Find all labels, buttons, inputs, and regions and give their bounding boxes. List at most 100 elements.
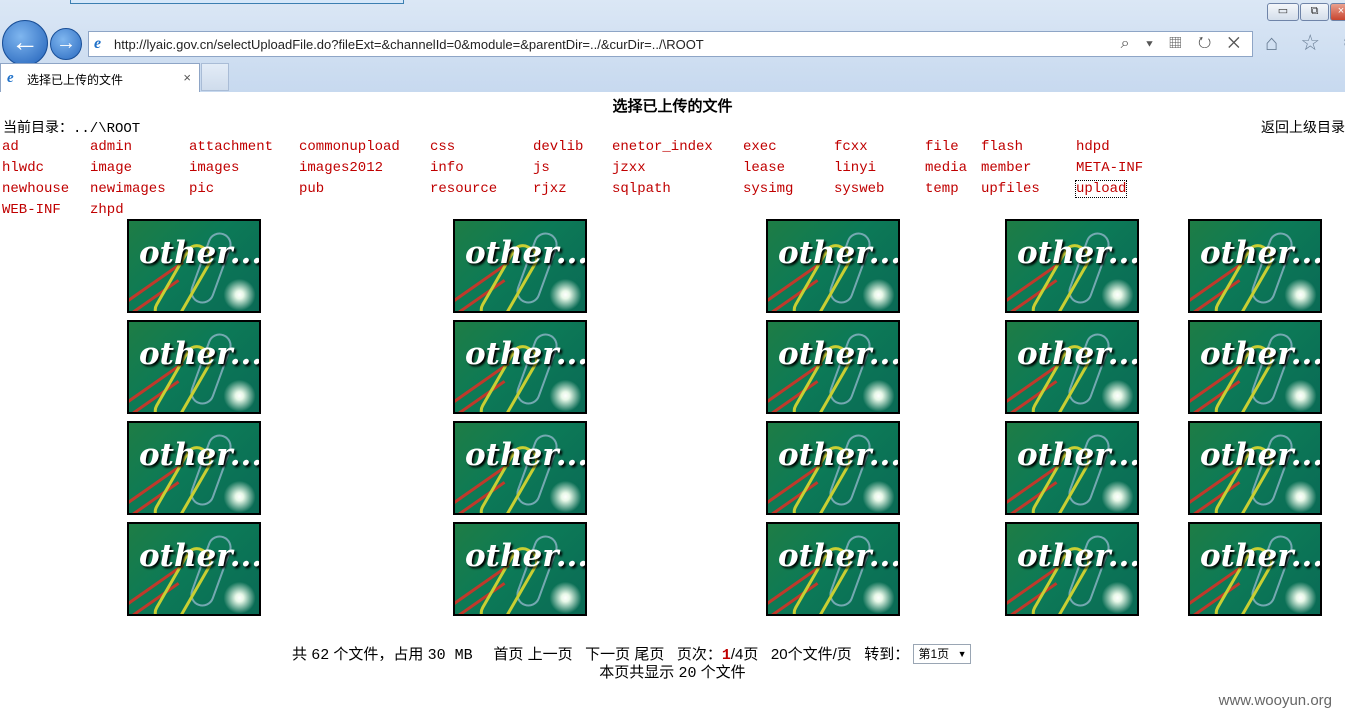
minimize-button[interactable]: ▭ <box>1267 3 1299 21</box>
file-thumbnail[interactable]: other... <box>1188 522 1322 616</box>
file-thumbnail[interactable]: other... <box>453 421 587 515</box>
directory-link-devlib[interactable]: devlib <box>533 139 583 155</box>
file-thumbnail[interactable]: other... <box>453 320 587 414</box>
directory-link-hlwdc[interactable]: hlwdc <box>2 160 44 176</box>
this-page-count: 20 <box>678 665 697 682</box>
browser-chrome: ▭ ⧉ × ← → e http://lyaic.gov.cn/selectUp… <box>0 0 1345 92</box>
back-to-parent-link[interactable]: 返回上级目录 <box>1261 117 1345 137</box>
directory-link-upload[interactable]: upload <box>1074 180 1128 198</box>
directory-link-newimages[interactable]: newimages <box>90 181 166 197</box>
directory-link-linyi[interactable]: linyi <box>834 160 876 176</box>
thumbnail-label: other... <box>1200 235 1322 271</box>
page-select-value: 第1页 <box>918 647 950 662</box>
directory-link-zhpd[interactable]: zhpd <box>90 202 124 218</box>
current-directory: 当前目录：../\ROOT <box>3 117 140 137</box>
thumbnail-label: other... <box>465 437 587 473</box>
directory-link-images2012[interactable]: images2012 <box>299 160 383 176</box>
directory-link-resource[interactable]: resource <box>430 181 497 197</box>
file-thumbnail[interactable]: other... <box>766 522 900 616</box>
current-dir-label: 当前目录： <box>3 119 73 135</box>
directory-link-web-inf[interactable]: WEB-INF <box>2 202 61 218</box>
file-thumbnail[interactable]: other... <box>1188 320 1322 414</box>
file-thumbnail[interactable]: other... <box>766 421 900 515</box>
back-button[interactable]: ← <box>2 20 48 66</box>
file-thumbnail[interactable]: other... <box>1005 522 1139 616</box>
directory-link-meta-inf[interactable]: META-INF <box>1076 160 1143 176</box>
file-thumbnail[interactable]: other... <box>1005 421 1139 515</box>
browser-tab[interactable]: e 选择已上传的文件 × <box>0 63 200 92</box>
directory-link-sysweb[interactable]: sysweb <box>834 181 884 197</box>
toolbar-icons[interactable]: ⌂ ☆ ⚙ <box>1265 30 1345 56</box>
directory-link-lease[interactable]: lease <box>743 160 785 176</box>
directory-link-newhouse[interactable]: newhouse <box>2 181 69 197</box>
thumbnail-label: other... <box>465 336 587 372</box>
directory-link-enetor_index[interactable]: enetor_index <box>612 139 713 155</box>
directory-link-pic[interactable]: pic <box>189 181 214 197</box>
directory-link-fcxx[interactable]: fcxx <box>834 139 868 155</box>
directory-link-flash[interactable]: flash <box>981 139 1023 155</box>
thumbnail-label: other... <box>139 336 261 372</box>
directory-link-sqlpath[interactable]: sqlpath <box>612 181 671 197</box>
this-page-prefix: 本页共显示 <box>599 664 675 681</box>
directory-link-sysimg[interactable]: sysimg <box>743 181 793 197</box>
thumbnail-label: other... <box>1017 235 1139 271</box>
directory-link-css[interactable]: css <box>430 139 455 155</box>
file-thumbnail[interactable]: other... <box>1188 219 1322 313</box>
ie-logo-icon: e <box>94 35 102 52</box>
directory-link-upfiles[interactable]: upfiles <box>981 181 1040 197</box>
directory-link-commonupload[interactable]: commonupload <box>299 139 400 155</box>
ie-tab-icon: e <box>7 70 14 86</box>
restore-button[interactable]: ⧉ <box>1300 3 1329 21</box>
directory-link-attachment[interactable]: attachment <box>189 139 273 155</box>
file-thumbnail[interactable]: other... <box>766 219 900 313</box>
file-thumbnail[interactable]: other... <box>453 522 587 616</box>
directory-link-images[interactable]: images <box>189 160 239 176</box>
close-tab-icon[interactable]: × <box>183 70 191 85</box>
page-file-count: 本页共显示 20 个文件 <box>0 661 1345 682</box>
directory-link-rjxz[interactable]: rjxz <box>533 181 567 197</box>
file-thumbnail[interactable]: other... <box>1005 320 1139 414</box>
thumbnail-label: other... <box>778 336 900 372</box>
arrow-left-icon: ← <box>11 26 39 57</box>
directory-link-exec[interactable]: exec <box>743 139 777 155</box>
thumbnail-label: other... <box>139 538 261 574</box>
directory-link-image[interactable]: image <box>90 160 132 176</box>
directory-link-file[interactable]: file <box>925 139 959 155</box>
file-thumbnail[interactable]: other... <box>453 219 587 313</box>
directory-link-jzxx[interactable]: jzxx <box>612 160 646 176</box>
directory-link-hdpd[interactable]: hdpd <box>1076 139 1110 155</box>
address-bar-icons[interactable]: ⌕ ▾ ▦ ↻ ✕ <box>1121 35 1246 53</box>
this-page-suffix: 个文件 <box>700 664 746 681</box>
directory-link-info[interactable]: info <box>430 160 464 176</box>
window-top-strip <box>70 0 404 4</box>
directory-link-temp[interactable]: temp <box>925 181 959 197</box>
watermark: www.wooyun.org <box>1218 692 1332 709</box>
page-title: 选择已上传的文件 <box>612 98 733 115</box>
forward-button[interactable]: → <box>50 28 82 60</box>
file-thumbnail[interactable]: other... <box>1005 219 1139 313</box>
directory-link-pub[interactable]: pub <box>299 181 324 197</box>
thumbnail-label: other... <box>465 235 587 271</box>
thumbnail-label: other... <box>1200 437 1322 473</box>
file-thumbnail[interactable]: other... <box>766 320 900 414</box>
file-thumbnail[interactable]: other... <box>127 219 261 313</box>
thumbnail-label: other... <box>1200 336 1322 372</box>
directory-link-ad[interactable]: ad <box>2 139 19 155</box>
directory-link-js[interactable]: js <box>533 160 550 176</box>
directory-link-admin[interactable]: admin <box>90 139 132 155</box>
directory-link-member[interactable]: member <box>981 160 1031 176</box>
thumbnail-label: other... <box>778 437 900 473</box>
address-bar[interactable]: e http://lyaic.gov.cn/selectUploadFile.d… <box>88 31 1253 57</box>
close-window-button[interactable]: × <box>1330 3 1345 21</box>
file-thumbnail[interactable]: other... <box>127 421 261 515</box>
current-dir-value: ../\ROOT <box>73 121 141 137</box>
thumbnail-label: other... <box>465 538 587 574</box>
thumbnail-label: other... <box>1017 336 1139 372</box>
file-thumbnail[interactable]: other... <box>1188 421 1322 515</box>
directory-link-media[interactable]: media <box>925 160 967 176</box>
file-thumbnail[interactable]: other... <box>127 522 261 616</box>
new-tab-button[interactable] <box>201 63 229 91</box>
tab-title: 选择已上传的文件 <box>27 73 124 87</box>
file-thumbnail[interactable]: other... <box>127 320 261 414</box>
address-url[interactable]: http://lyaic.gov.cn/selectUploadFile.do?… <box>114 37 704 52</box>
